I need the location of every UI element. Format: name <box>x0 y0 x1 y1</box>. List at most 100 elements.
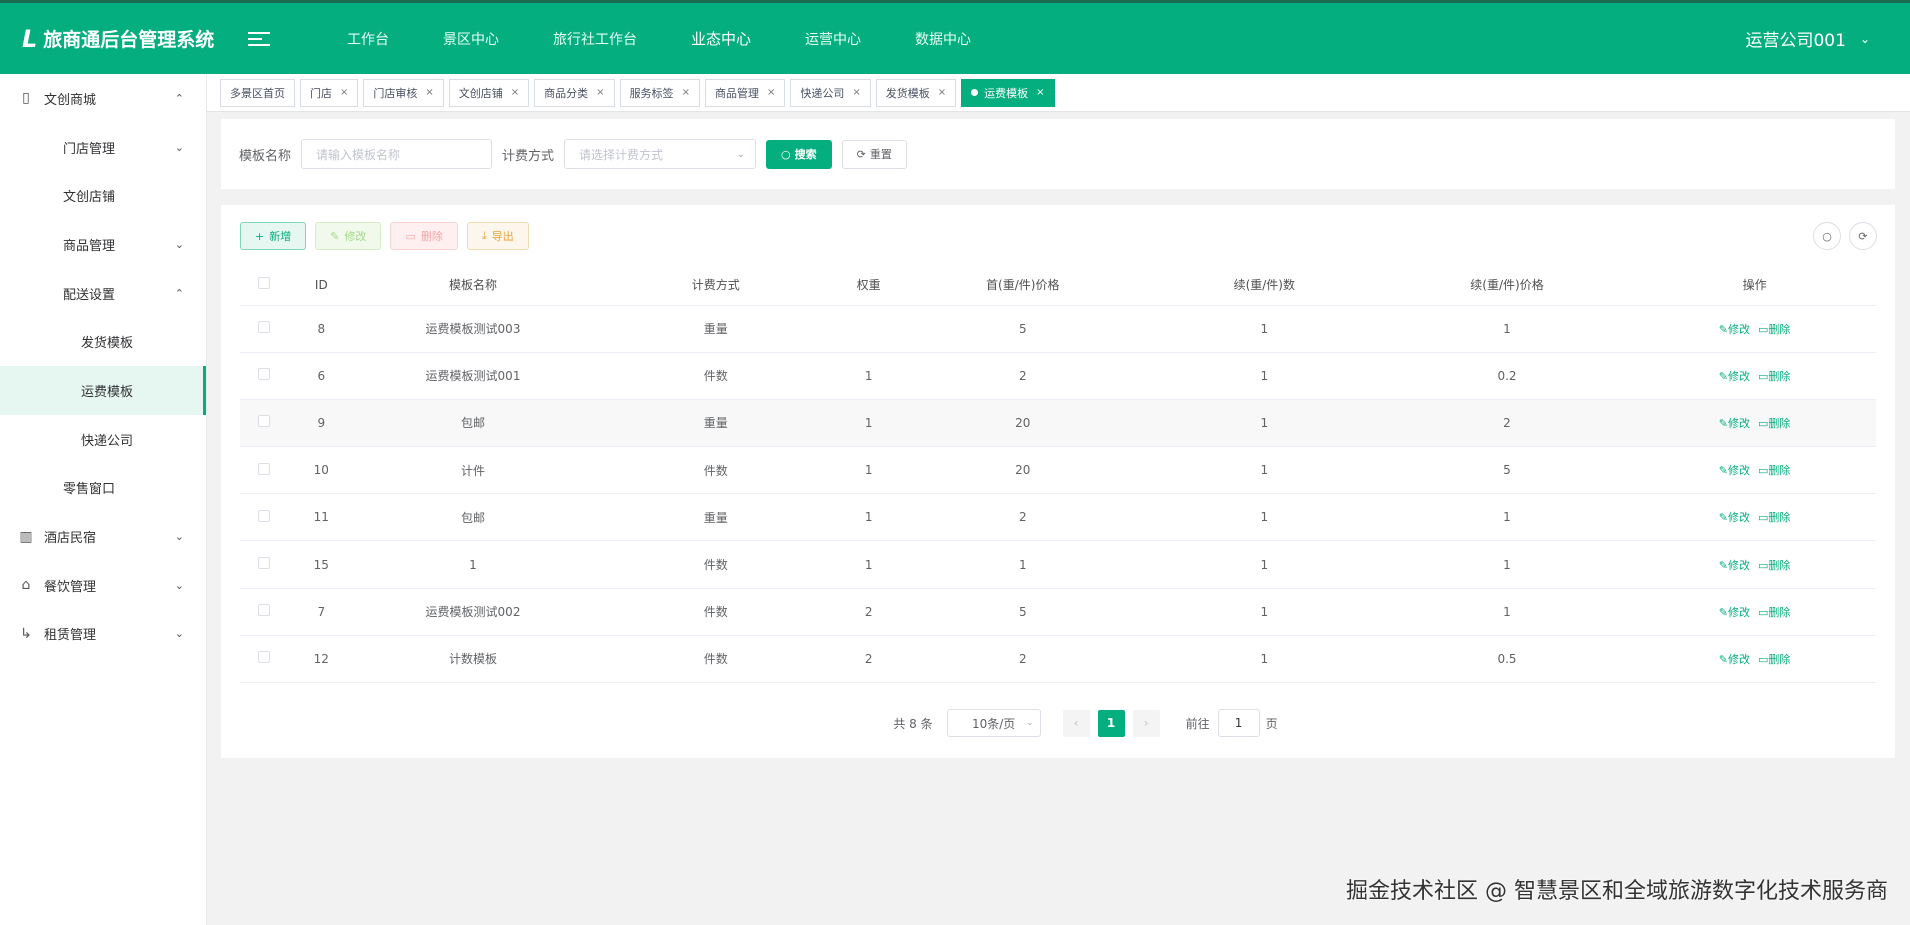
table-header: ID 模板名称 计费方式 权重 首(重/件)价格 续(重/件)数 续(重/件)价格 操作 <box>240 265 1876 306</box>
tab-item[interactable]: 运费模板 × <box>961 78 1055 107</box>
row-edit-button[interactable]: ✎修改 <box>1719 559 1750 572</box>
edit-icon: ✎ <box>1718 464 1729 478</box>
row-edit-button[interactable]: ✎修改 <box>1719 653 1750 666</box>
sidebar-item[interactable]: ↳ 租赁管理 ⌄ <box>0 610 206 659</box>
sidebar-item[interactable]: 商品管理 ⌄ <box>0 220 206 269</box>
edit-icon: ✎ <box>1718 416 1729 430</box>
nav-item[interactable]: 数据中心 <box>888 3 998 74</box>
export-button[interactable]: ⤓ 导出 <box>466 222 529 250</box>
table-row: 9 包邮 重量 1 20 1 2 ✎修改 ▭删除 <box>240 399 1876 448</box>
chevron-down-icon: ⌄ <box>174 237 184 251</box>
close-icon[interactable]: × <box>682 87 690 98</box>
nav-item[interactable]: 业态中心 <box>664 3 778 74</box>
sidebar-item[interactable]: ▯ 文创商城 ⌃ <box>0 74 206 123</box>
page-button[interactable]: 1 <box>1097 709 1125 737</box>
row-edit-button[interactable]: ✎修改 <box>1719 511 1750 524</box>
tab-item[interactable]: 发货模板 × <box>875 78 957 107</box>
tab-item[interactable]: 商品分类 × <box>534 78 615 107</box>
close-icon[interactable]: × <box>340 87 348 98</box>
sidebar-item[interactable]: ⌂ 餐饮管理 ⌄ <box>0 561 206 610</box>
table-cell: 2 <box>839 588 898 636</box>
add-button[interactable]: + 新增 <box>240 222 307 250</box>
reset-button[interactable]: ⟳ 重置 <box>841 139 907 169</box>
row-edit-button[interactable]: ✎修改 <box>1719 464 1750 477</box>
search-toggle-icon[interactable]: ○ <box>1813 222 1841 250</box>
row-checkbox[interactable] <box>258 604 271 617</box>
row-checkbox[interactable] <box>258 462 271 475</box>
table-cell: 1 <box>839 540 898 589</box>
row-edit-button[interactable]: ✎修改 <box>1719 606 1750 619</box>
row-delete-button[interactable]: ▭删除 <box>1758 559 1790 572</box>
row-checkbox[interactable] <box>258 368 271 381</box>
row-delete-button[interactable]: ▭删除 <box>1758 417 1790 430</box>
tab-item[interactable]: 门店 × <box>300 78 359 107</box>
sidebar-item[interactable]: 零售窗口 <box>0 464 206 513</box>
row-checkbox[interactable] <box>258 557 271 570</box>
billing-method-placeholder: 请选择计费方式 <box>579 147 664 162</box>
nav-item[interactable]: 旅行社工作台 <box>526 3 664 74</box>
prev-page-button[interactable]: ‹ <box>1062 709 1090 737</box>
column-header: 操作 <box>1633 265 1876 306</box>
row-delete-button[interactable]: ▭删除 <box>1758 323 1790 336</box>
tab-item[interactable]: 多景区首页 <box>220 78 295 107</box>
table-cell: 重量 <box>591 305 840 353</box>
close-icon[interactable]: × <box>425 87 433 98</box>
close-icon[interactable]: × <box>511 87 519 98</box>
tab-item[interactable]: 门店审核 × <box>363 78 444 107</box>
row-checkbox[interactable] <box>258 651 271 664</box>
row-edit-button[interactable]: ✎修改 <box>1719 323 1750 336</box>
edit-button[interactable]: ✎ 修改 <box>315 222 382 250</box>
tab-item[interactable]: 文创店铺 × <box>448 78 530 107</box>
table-cell: 20 <box>897 399 1148 448</box>
close-icon[interactable]: × <box>852 87 860 98</box>
row-actions: ✎修改 ▭删除 <box>1633 305 1876 353</box>
row-checkbox[interactable] <box>258 509 271 522</box>
goto-page-input[interactable]: 1 <box>1217 709 1260 737</box>
table-cell: 20 <box>897 446 1148 495</box>
page-jumper: 前往 1 页 <box>1186 709 1278 737</box>
sidebar-item[interactable]: 配送设置 ⌃ <box>0 269 206 318</box>
row-delete-label: 删除 <box>1768 652 1791 666</box>
table-cell: 7 <box>288 588 355 636</box>
row-delete-button[interactable]: ▭删除 <box>1758 653 1790 666</box>
sidebar-item[interactable]: 运费模板 <box>0 366 206 415</box>
close-icon[interactable]: × <box>596 87 604 98</box>
sidebar-item[interactable]: 快递公司 <box>0 415 206 464</box>
nav-item[interactable]: 运营中心 <box>778 3 888 74</box>
row-checkbox[interactable] <box>258 415 271 428</box>
close-icon[interactable]: × <box>1036 87 1044 98</box>
nav-item[interactable]: 景区中心 <box>416 3 526 74</box>
close-icon[interactable]: × <box>938 87 946 98</box>
sidebar-item[interactable]: 发货模板 <box>0 317 206 366</box>
table-cell: 1 <box>839 493 898 542</box>
refresh-icon[interactable]: ⟳ <box>1849 222 1877 250</box>
close-icon[interactable]: × <box>767 87 775 98</box>
search-button[interactable]: ○ 搜索 <box>766 139 832 169</box>
sidebar-item[interactable]: ▥ 酒店民宿 ⌄ <box>0 512 206 561</box>
row-edit-button[interactable]: ✎修改 <box>1719 417 1750 430</box>
row-delete-button[interactable]: ▭删除 <box>1758 370 1790 383</box>
template-name-input[interactable]: 请输入模板名称 <box>301 139 493 169</box>
user-menu[interactable]: 运营公司001 ⌄ <box>1745 3 1870 74</box>
menu-toggle-icon[interactable] <box>248 28 270 50</box>
row-delete-button[interactable]: ▭删除 <box>1758 464 1790 477</box>
download-icon: ⤓ <box>481 229 487 242</box>
billing-method-select[interactable]: 请选择计费方式 ⌄ <box>564 139 757 169</box>
delete-button[interactable]: ▭ 删除 <box>390 222 458 250</box>
row-delete-button[interactable]: ▭删除 <box>1758 606 1790 619</box>
sidebar-item[interactable]: 文创店铺 <box>0 171 206 220</box>
next-page-button[interactable]: › <box>1132 709 1160 737</box>
tab-item[interactable]: 服务标签 × <box>619 78 700 107</box>
tab-item[interactable]: 快递公司 × <box>790 78 871 107</box>
app-logo[interactable]: L 旅商通后台管理系统 <box>22 25 248 53</box>
select-all-checkbox[interactable] <box>258 277 271 290</box>
table-cell: 件数 <box>591 446 840 495</box>
row-delete-button[interactable]: ▭删除 <box>1758 511 1790 524</box>
sidebar-item[interactable]: 门店管理 ⌄ <box>0 123 206 172</box>
tab-item[interactable]: 商品管理 × <box>704 78 786 107</box>
row-edit-button[interactable]: ✎修改 <box>1719 370 1750 383</box>
table-cell: 2 <box>897 493 1148 542</box>
page-size-select[interactable]: 10条/页 ⌄ <box>946 709 1041 737</box>
row-checkbox[interactable] <box>258 321 271 334</box>
nav-item[interactable]: 工作台 <box>320 3 416 74</box>
